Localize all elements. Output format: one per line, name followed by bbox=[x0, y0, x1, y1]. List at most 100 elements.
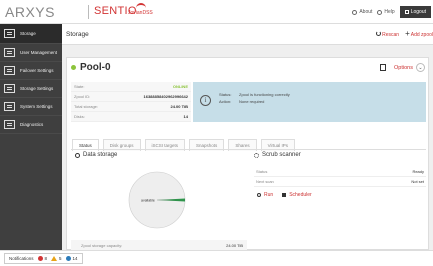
capacity-value: 24.00 TiB bbox=[226, 242, 243, 248]
scrub-heading: Scrub scanner bbox=[254, 152, 301, 158]
action-label: Action: bbox=[219, 99, 232, 104]
sidebar-item-label: System Settings bbox=[20, 104, 53, 109]
data-storage-title: Data storage bbox=[83, 152, 118, 158]
capacity-label: Zpool storage capacity: bbox=[81, 242, 123, 248]
logout-icon bbox=[404, 10, 409, 14]
warning-icon bbox=[51, 256, 58, 261]
pool-options: Options ⌄ bbox=[380, 63, 425, 72]
sidebar-item-storage[interactable]: Storage bbox=[0, 24, 62, 44]
sidebar-item-failover-settings[interactable]: Failover Settings bbox=[0, 62, 62, 80]
sidebar-item-label: Diagnostics bbox=[20, 122, 44, 127]
prop-label: Disks: bbox=[74, 114, 85, 119]
edit-document-icon[interactable] bbox=[380, 64, 387, 71]
plus-icon: + bbox=[405, 29, 410, 38]
error-icon bbox=[37, 256, 43, 261]
warning-count: 5 bbox=[51, 256, 62, 261]
sidebar-item-diagnostics[interactable]: Diagnostics bbox=[0, 116, 62, 134]
calendar-icon bbox=[282, 193, 287, 197]
notifications-label: Notifications bbox=[9, 256, 34, 261]
app-logo-arc-icon bbox=[136, 3, 146, 9]
top-actions: About Help Logout bbox=[352, 6, 431, 18]
chevron-down-icon[interactable]: ⌄ bbox=[416, 63, 425, 72]
prop-value: ONLINE bbox=[172, 84, 188, 89]
logout-button[interactable]: Logout bbox=[399, 6, 431, 18]
logo-separator bbox=[88, 5, 89, 19]
status-line: Status: Zpool is functioning correctly bbox=[219, 92, 290, 97]
app-subtitle: JovianDSS bbox=[128, 10, 153, 16]
scrub-row-label: Status bbox=[256, 169, 268, 174]
pool-card: Pool-0 Options ⌄ State: ONLINE Zpool ID:… bbox=[66, 57, 429, 250]
search-icon bbox=[257, 193, 261, 197]
sidebar-item-label: User Management bbox=[20, 50, 58, 55]
pool-properties: State: ONLINE Zpool ID: 1638885840296299… bbox=[71, 82, 191, 122]
prop-state: State: ONLINE bbox=[71, 82, 191, 92]
sidebar-item-label: Failover Settings bbox=[20, 68, 54, 73]
error-count: 8 bbox=[37, 256, 47, 261]
help-circle-icon bbox=[377, 9, 383, 15]
run-scrub-button[interactable]: Run bbox=[257, 192, 273, 198]
data-storage-heading: Data storage bbox=[75, 152, 117, 158]
warning-count-value: 5 bbox=[59, 256, 62, 261]
info-count: 14 bbox=[65, 256, 78, 261]
scheduler-button[interactable]: Scheduler bbox=[282, 192, 312, 198]
scrub-row-value: Not set bbox=[411, 179, 424, 184]
action-line: Action: None required bbox=[219, 99, 264, 104]
prop-value: 14 bbox=[183, 114, 188, 119]
prop-disks: Disks: 14 bbox=[71, 112, 191, 122]
scrub-info: Status Ready Next scan Not set bbox=[254, 167, 426, 187]
prop-value: 16388858402962996642 bbox=[143, 94, 189, 99]
scrub-status-row: Status Ready bbox=[254, 167, 426, 177]
sidebar-item-system-settings[interactable]: System Settings bbox=[0, 98, 62, 116]
top-bar: ARXYS SENTIO JovianDSS About Help Logout bbox=[0, 0, 433, 24]
storage-ring-icon bbox=[75, 152, 80, 158]
main-content: Storage Rescan +Add zpool Pool-0 Options… bbox=[62, 24, 433, 250]
help-link[interactable]: Help bbox=[377, 9, 395, 15]
pool-status-dot bbox=[71, 65, 76, 70]
logout-label: Logout bbox=[410, 9, 426, 15]
sidebar-item-storage-settings[interactable]: Storage Settings bbox=[0, 80, 62, 98]
prop-value: 24.00 TiB bbox=[170, 104, 189, 109]
prop-total-storage: Total storage: 24.00 TiB bbox=[71, 102, 191, 112]
company-logo: ARXYS bbox=[5, 4, 55, 20]
run-label: Run bbox=[264, 192, 274, 198]
rescan-label: Rescan bbox=[382, 32, 400, 38]
pool-header: Pool-0 Options ⌄ bbox=[67, 58, 428, 77]
users-icon bbox=[4, 48, 15, 57]
prop-label: State: bbox=[74, 84, 85, 89]
breadcrumb: Storage bbox=[66, 31, 89, 38]
system-settings-icon bbox=[4, 102, 15, 111]
scrub-row-value: Ready bbox=[412, 169, 424, 174]
about-label: About bbox=[359, 9, 373, 15]
prop-label: Total storage: bbox=[74, 104, 99, 109]
status-box: i Status: Zpool is functioning correctly… bbox=[193, 82, 426, 122]
gear-icon bbox=[254, 152, 259, 158]
sidebar: Storage User Management Failover Setting… bbox=[0, 24, 62, 250]
diagnostics-icon bbox=[4, 120, 15, 129]
about-link[interactable]: About bbox=[352, 9, 372, 15]
scrub-row-label: Next scan bbox=[256, 179, 274, 184]
storage-pie-chart: available bbox=[128, 171, 186, 229]
info-dot-icon bbox=[65, 256, 71, 261]
brand: ARXYS SENTIO JovianDSS bbox=[0, 0, 153, 24]
pool-title: Pool-0 bbox=[80, 62, 111, 73]
capacity-row: Zpool storage capacity: 24.00 TiB bbox=[71, 240, 247, 250]
storage-icon bbox=[4, 29, 15, 38]
scrub-title: Scrub scanner bbox=[262, 152, 301, 158]
page-actions: Rescan +Add zpool bbox=[376, 29, 433, 39]
scrub-next-scan-row: Next scan Not set bbox=[254, 177, 426, 187]
tab-divider bbox=[71, 149, 426, 150]
sidebar-item-user-management[interactable]: User Management bbox=[0, 44, 62, 62]
status-label: Status: bbox=[219, 92, 232, 97]
refresh-icon bbox=[376, 31, 382, 36]
notifications-bar[interactable]: Notifications 8 5 14 bbox=[4, 253, 83, 264]
failover-icon bbox=[4, 66, 15, 75]
options-button[interactable]: Options bbox=[394, 65, 413, 71]
info-count-value: 14 bbox=[72, 256, 78, 261]
rescan-button[interactable]: Rescan bbox=[376, 31, 399, 38]
add-zpool-button[interactable]: +Add zpool bbox=[405, 29, 433, 39]
footer: Notifications 8 5 14 bbox=[0, 250, 433, 266]
info-icon: i bbox=[200, 95, 211, 106]
action-value: None required bbox=[239, 99, 265, 104]
add-zpool-label: Add zpool bbox=[410, 32, 433, 38]
help-label: Help bbox=[384, 9, 395, 15]
